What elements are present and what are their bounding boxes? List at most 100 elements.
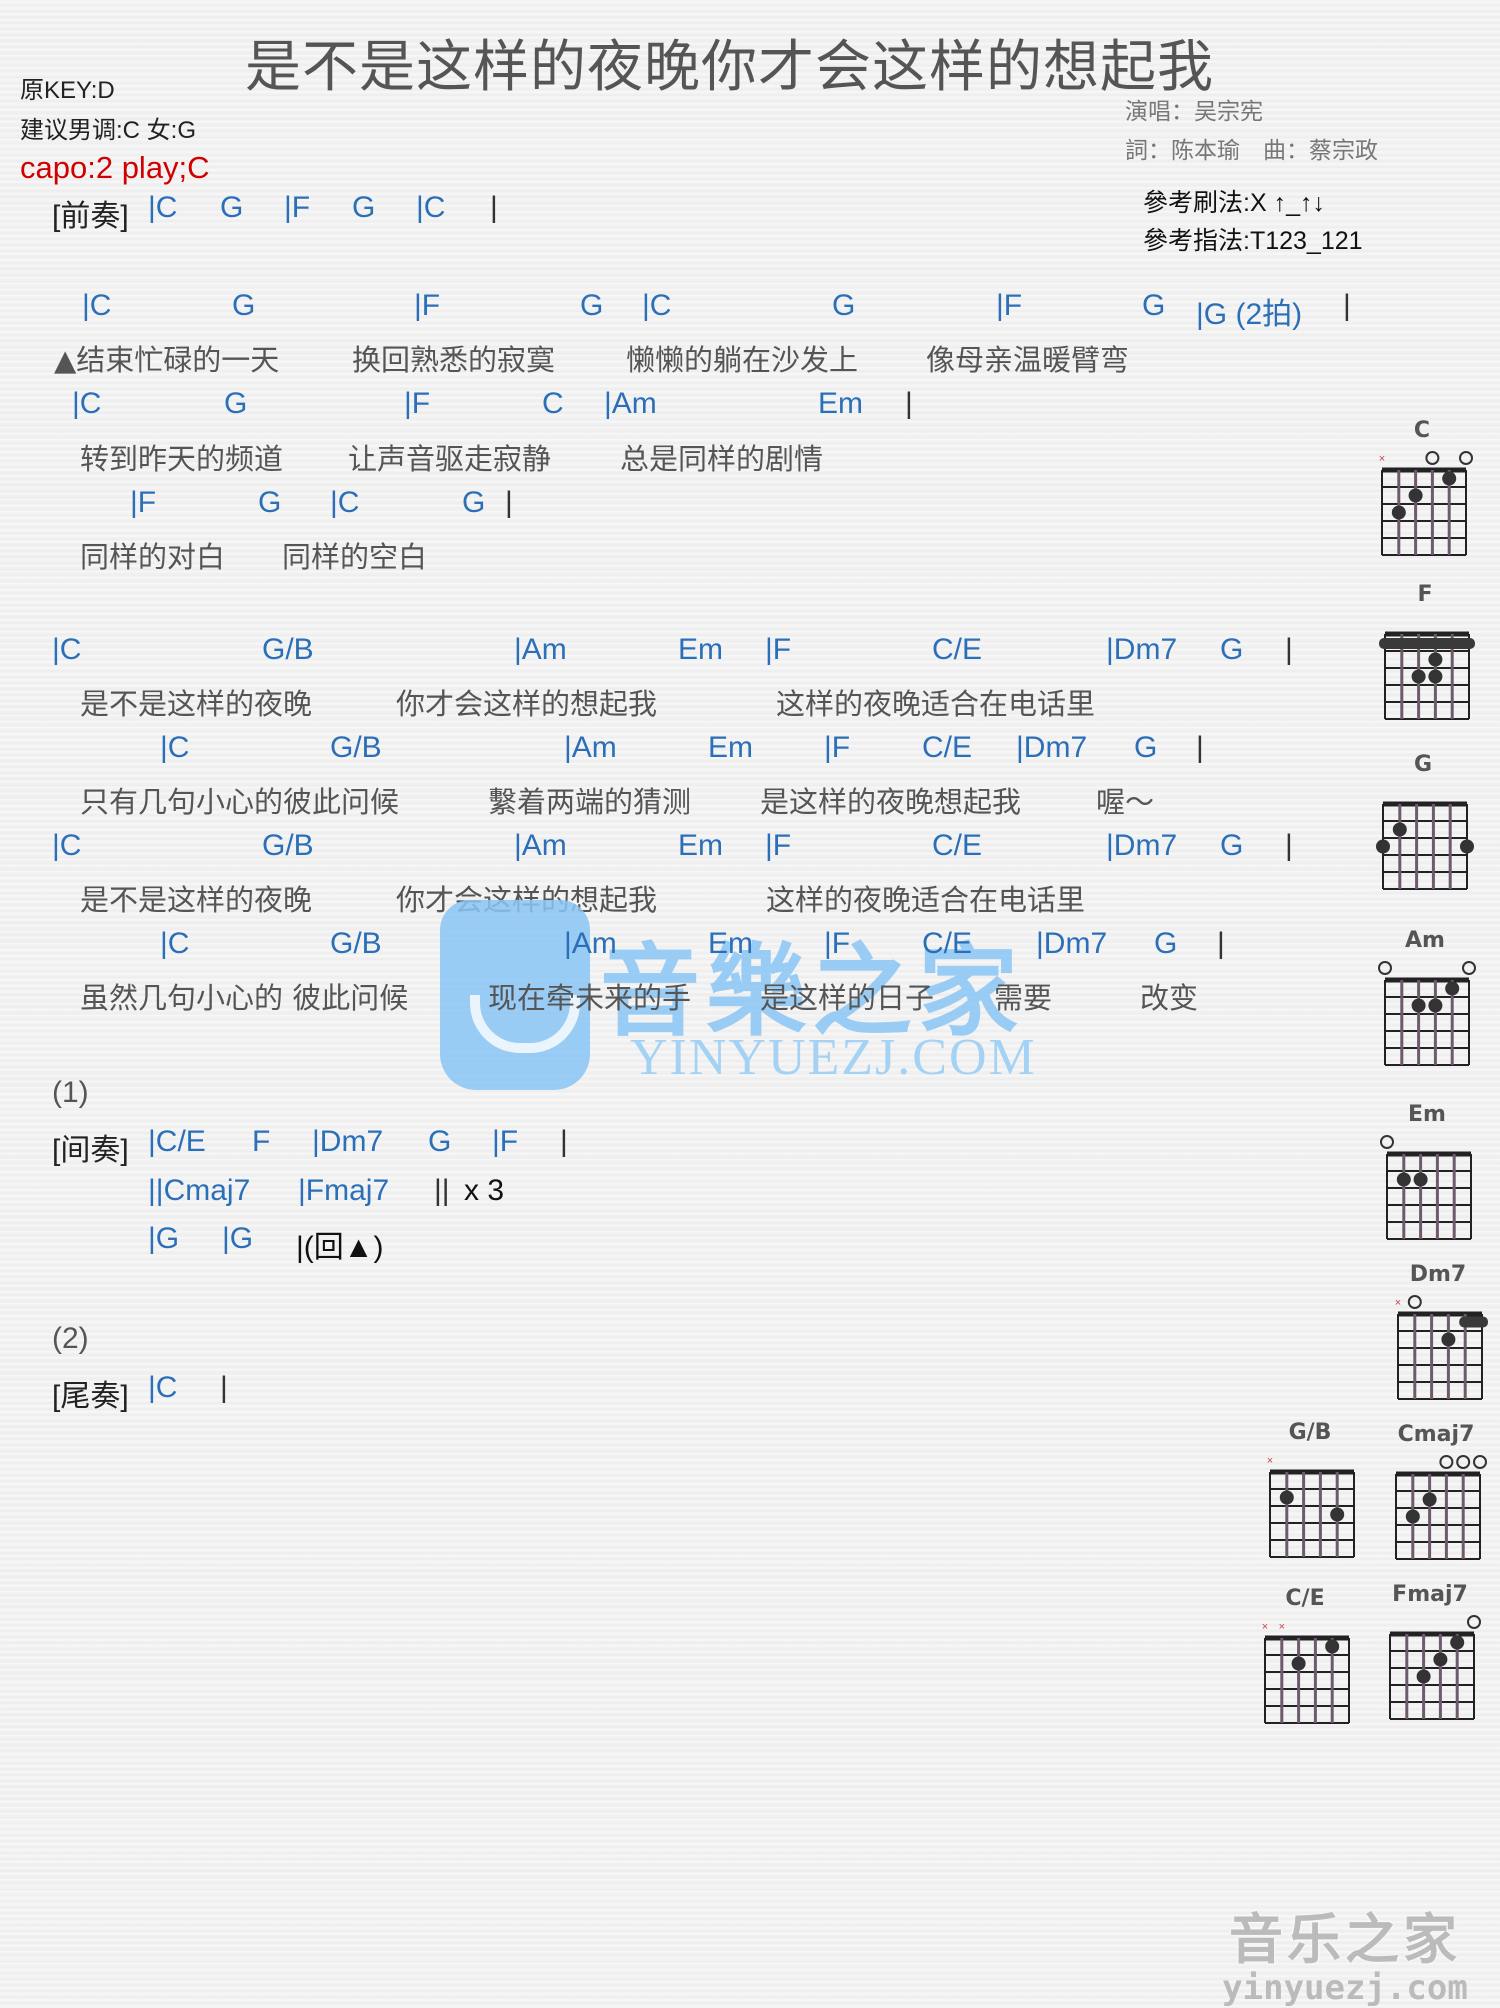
chord: G [224,387,248,420]
chord: |F [765,633,792,666]
chord-diagram-name: G [1413,752,1433,777]
chord: |C [72,387,102,420]
intro-line: [前奏] |C G |F G |C | [0,191,498,233]
bar-line: | [1217,927,1225,960]
chord: C/E [932,829,983,862]
chord: |F [130,486,157,519]
chord-diagram-name: F [1417,582,1433,607]
lyric: 你才会这样的想起我 [396,687,658,721]
chord: |G (2拍) [1196,298,1303,331]
chord-diagram-name: Cmaj7 [1397,1422,1475,1447]
muted-string-icon: × [1395,1297,1401,1309]
open-string-icon [1462,961,1476,975]
chord: |F [492,1125,519,1158]
chord: |F [824,927,851,960]
lyric: 是不是这样的夜晚 [80,883,313,917]
barre-icon [1379,638,1475,649]
intro-label: [前奏] [52,200,129,233]
interlude-line-1: [间奏] |C/E F |Dm7 G |F | [0,1125,568,1167]
chord: G/B [262,633,314,666]
lyric: 是不是这样的夜晚 [80,687,313,721]
finger-dot [1441,1332,1456,1347]
chord: G [220,191,244,224]
finger-dot [1325,1639,1340,1654]
chord: G/B [330,927,382,960]
finger-dot [1408,488,1423,503]
lyric: 像母亲温暖臂弯 [926,343,1130,377]
bar-line: | [505,486,513,519]
finger-dot [1411,998,1426,1013]
finger-dot [1442,471,1457,486]
open-string-icon [1425,451,1440,465]
song-title: 是不是这样的夜晚你才会这样的想起我 [245,35,1214,100]
chord: Em [708,927,753,960]
lyric: 只有几句小心的彼此问候 [80,785,400,819]
outro-marker: (2) [52,1322,89,1355]
lyric: 是这样的夜晚想起我 [760,785,1022,819]
chord: |C [82,289,112,322]
chord: |Dm7 [1016,731,1088,764]
chord-line: |C G/B |Am Em |F C/E |Dm7 G | [0,731,1204,771]
lyric-line: 是不是这样的夜晚 你才会这样的想起我 这样的夜晚适合在电话里 [0,877,1085,917]
chord: |Am [514,829,567,862]
fretboard [1389,1615,1481,1720]
open-string-icon [1473,1455,1487,1469]
fretboard [1378,961,1476,1066]
chord: G [832,289,856,322]
fretboard [1395,1455,1487,1560]
footer-logo-en: yinyuezj.com [1222,1968,1468,2008]
muted-string-icon: × [1262,1621,1268,1633]
chord-diagram-name: C [1413,418,1431,443]
chord: |Dm7 [1106,633,1178,666]
chord-diagram-name: Em [1408,1102,1446,1127]
chord: |C [330,486,360,519]
chord: G [258,486,282,519]
chord-line: |C G |F C |Am Em | [0,387,913,427]
chord-diagram-name: Am [1405,928,1445,953]
open-string-icon [1378,961,1392,975]
chord: C/E [932,633,983,666]
original-key: 原KEY:D [20,77,115,104]
bar-line: | [1285,829,1293,862]
chord: C [542,387,564,420]
finger-dot [1422,1492,1437,1507]
lyric: 这样的夜晚适合在电话里 [766,883,1086,917]
finger-dot [1411,669,1426,684]
chord: Em [708,731,753,764]
chord: G [1134,731,1158,764]
lyric: 让声音驱走寂静 [348,442,552,476]
finger-dot [1433,1652,1448,1667]
chord-line: |F G |C G | [0,486,513,526]
lyric: 总是同样的剧情 [620,442,824,476]
chord-line: |C G/B |Am Em |F C/E |Dm7 G | [0,633,1293,673]
watermark-en: YINYUEZJ.COM [630,1029,1037,1086]
bar-line: | [490,191,498,224]
repeat-count: x 3 [464,1174,505,1207]
barre-icon [1459,1316,1488,1328]
finger-dot [1450,1635,1465,1650]
suggested-key: 建议男调:C 女:G [20,117,197,144]
chord: ||Cmaj7 [148,1174,251,1207]
chord: |F [404,387,431,420]
chord: |C [160,927,190,960]
chord-line: |C G/B |Am Em |F C/E |Dm7 G | [0,829,1293,869]
lyric-line: ▲结束忙碌的一天 换回熟悉的寂寞 懒懒的躺在沙发上 像母亲温暖臂弯 [0,337,1129,377]
chord-line: |C G/B |Am Em |F C/E |Dm7 G | [0,927,1225,967]
muted-string-icon: × [1279,1621,1285,1633]
interlude-line-3: |G |G |(回▲) [0,1222,383,1264]
finger-dot [1376,839,1390,854]
chord: Em [678,829,723,862]
open-string-icon [1380,1135,1394,1149]
finger-dot [1291,1656,1306,1671]
lyric: 懒懒的躺在沙发上 [626,343,859,377]
finger-dot [1416,1669,1431,1684]
fretboard: × × [1262,1621,1350,1724]
open-string-icon [1407,1295,1422,1309]
chord: |C [148,1371,178,1404]
chord: G [1154,927,1178,960]
lyric: 喔～ [1096,785,1155,819]
finger-dot [1392,822,1407,837]
chord: F [252,1125,271,1158]
open-string-icon [1456,1455,1471,1469]
chord: |C/E [148,1125,206,1158]
